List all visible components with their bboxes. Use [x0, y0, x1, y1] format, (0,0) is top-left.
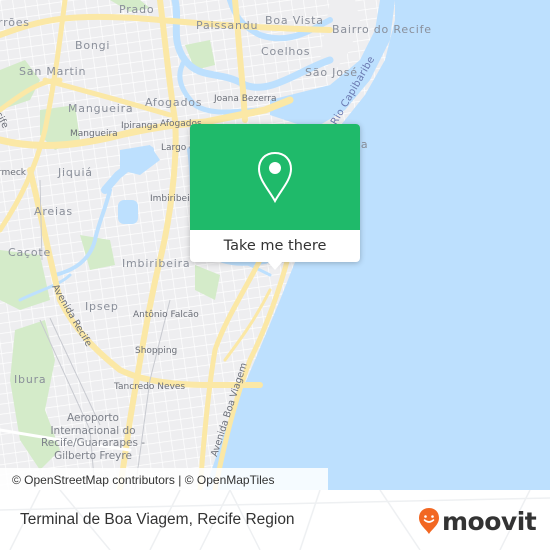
lake — [118, 200, 138, 224]
map-label-boa-vista: Boa Vista — [265, 14, 324, 27]
popup-header — [190, 124, 360, 230]
map-label-mangueira: Mangueira — [68, 102, 134, 115]
location-title: Terminal de Boa Viagem, Recife Region — [20, 511, 295, 528]
map-pin-icon — [257, 151, 293, 204]
map-label-paissandu: Paissandu — [196, 19, 259, 32]
map-label-ipsep: Ipsep — [85, 300, 119, 313]
map-label-areias: Areias — [34, 205, 73, 218]
map-label-sao-jose: São José — [305, 66, 358, 79]
map-label-bongi: Bongi — [75, 39, 111, 52]
map-label-tancredo-neves: Tancredo Neves — [114, 382, 186, 392]
map-label-jiquia: Jiquiá — [58, 166, 93, 179]
map-label-cordeiro: rmeck — [0, 168, 27, 178]
map-label-imbiribeira: Imbiribeira — [122, 257, 191, 270]
map-label-ibura: Ibura — [14, 373, 47, 386]
location-popup: Take me there — [190, 124, 360, 270]
map-label-shopping: Shopping — [135, 346, 178, 356]
map-label-antonio-falcao: Antônio Falcão — [133, 310, 199, 320]
map-label-coelhos: Coelhos — [261, 45, 311, 58]
map-label-mangueira-station: Mangueira — [70, 129, 118, 139]
map-label-ipiranga: Ipiranga — [121, 121, 159, 131]
map-label-airport: Aeroporto Internacional do Recife/Guarar… — [40, 412, 146, 462]
map-attribution: © OpenStreetMap contributors | © OpenMap… — [0, 468, 328, 490]
moovit-wordmark: moovit — [442, 506, 537, 536]
map-view[interactable]: Prado Paissandu Boa Vista Bairro do Reci… — [0, 0, 550, 490]
map-label-joana-bezerra: Joana Bezerra — [214, 94, 277, 104]
moovit-logo[interactable]: moovit — [418, 506, 537, 536]
map-label-cacote: Caçote — [8, 246, 52, 259]
map-label-bairro-do-recife: Bairro do Recife — [332, 23, 432, 36]
map-label-torroes: rrões — [0, 16, 30, 29]
attribution-text[interactable]: © OpenStreetMap contributors | © OpenMap… — [12, 473, 274, 487]
popup-pointer — [267, 261, 283, 270]
map-label-prado: Prado — [119, 3, 155, 16]
map-label-afogados: Afogados — [145, 96, 203, 109]
map-label-san-martin: San Martin — [19, 65, 87, 78]
take-me-there-button[interactable]: Take me there — [190, 230, 360, 262]
moovit-smiley-pin-icon — [419, 508, 439, 534]
